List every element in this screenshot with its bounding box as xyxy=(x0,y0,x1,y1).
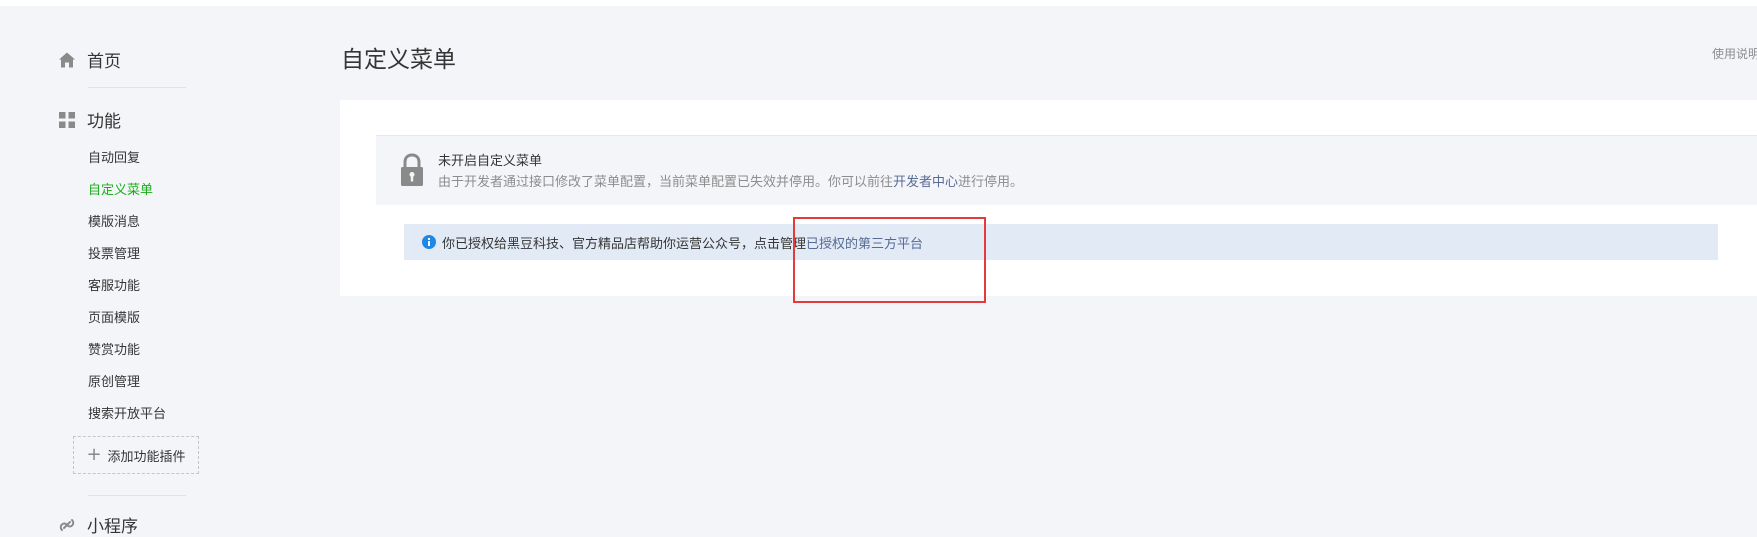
notice-desc-text: 由于开发者通过接口修改了菜单配置，当前菜单配置已失效并停用。你可以前往 xyxy=(438,175,894,190)
notice-desc-text-end: 进行停用。 xyxy=(958,175,1024,190)
sidebar-item-auto-reply[interactable]: 自动回复 xyxy=(88,147,140,166)
nav-home[interactable]: 首页 xyxy=(58,47,121,72)
nav-function[interactable]: 功能 xyxy=(58,107,121,132)
main-card: 未开启自定义菜单 由于开发者通过接口修改了菜单配置，当前菜单配置已失效并停用。你… xyxy=(340,100,1757,296)
sidebar-item-original-management[interactable]: 原创管理 xyxy=(88,371,140,390)
highlight-box xyxy=(793,217,986,303)
sidebar-item-reward[interactable]: 赞赏功能 xyxy=(88,339,140,358)
sidebar-item-customer-service[interactable]: 客服功能 xyxy=(88,275,140,294)
menu-disabled-notice: 未开启自定义菜单 由于开发者通过接口修改了菜单配置，当前菜单配置已失效并停用。你… xyxy=(376,135,1757,205)
lock-icon xyxy=(401,153,423,186)
sidebar-item-vote-management[interactable]: 投票管理 xyxy=(88,243,140,262)
grid-icon xyxy=(59,111,75,128)
sidebar-item-custom-menu[interactable]: 自定义菜单 xyxy=(88,179,153,198)
add-plugin-button[interactable]: + 添加功能插件 xyxy=(73,436,199,474)
sidebar-divider xyxy=(88,87,186,88)
nav-function-label: 功能 xyxy=(87,112,121,132)
link-icon xyxy=(59,518,75,531)
authorization-notice: 你已授权给黑豆科技、官方精品店帮助你运营公众号，点击管理 已授权的第三方平台 xyxy=(404,224,1718,260)
plus-icon: + xyxy=(86,444,102,465)
sidebar-item-template-message[interactable]: 模版消息 xyxy=(88,211,140,230)
developer-center-link[interactable]: 开发者中心 xyxy=(893,175,958,190)
sidebar-item-search-open-platform[interactable]: 搜索开放平台 xyxy=(88,403,166,422)
sidebar: 首页 功能 自动回复 自定义菜单 模版消息 投票管理 客服功能 页面模版 赞赏功… xyxy=(0,6,320,537)
sidebar-divider xyxy=(88,495,186,496)
help-link[interactable]: 使用说明 xyxy=(1712,45,1757,62)
nav-mini-program-label: 小程序 xyxy=(87,517,138,537)
page-title: 自定义菜单 xyxy=(341,47,456,73)
notice-title: 未开启自定义菜单 xyxy=(438,154,543,169)
nav-home-label: 首页 xyxy=(87,52,121,72)
home-icon xyxy=(59,52,75,67)
nav-mini-program[interactable]: 小程序 xyxy=(58,512,138,537)
info-icon xyxy=(422,235,436,249)
sidebar-item-page-template[interactable]: 页面模版 xyxy=(88,307,140,326)
add-plugin-label: 添加功能插件 xyxy=(107,449,186,465)
notice-description: 由于开发者通过接口修改了菜单配置，当前菜单配置已失效并停用。你可以前往开发者中心… xyxy=(438,171,1023,190)
authorization-text: 你已授权给黑豆科技、官方精品店帮助你运营公众号，点击管理 xyxy=(442,236,807,252)
